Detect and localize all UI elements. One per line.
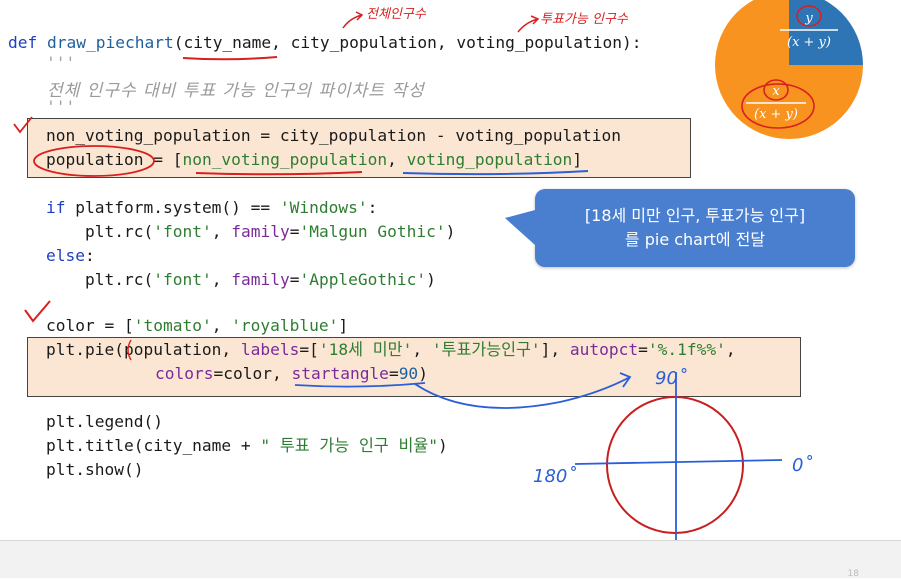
population-sep: , — [387, 150, 407, 169]
colors-eq: = — [213, 364, 224, 383]
docstring-open: ''' — [46, 53, 76, 72]
string-voting: '투표가능인구' — [431, 340, 541, 359]
rc-close-2: ) — [426, 270, 436, 289]
if-keyword: if — [46, 198, 66, 217]
color-close: ] — [338, 316, 349, 335]
callout-line-1: [18세 미만 인구, 투표가능 인구] — [584, 206, 806, 225]
family-keyword-2: family — [231, 270, 290, 289]
code-line-population: population = [non_voting_population, vot… — [46, 148, 582, 172]
slide: def draw_piechart(city_name, city_popula… — [0, 0, 901, 540]
if-colon: : — [367, 198, 378, 217]
else-colon: : — [84, 246, 95, 265]
bottom-bar: 18 — [0, 540, 901, 579]
code-line-legend: plt.legend() — [46, 412, 163, 431]
family-eq-2: = — [289, 270, 300, 289]
population-assign: = [ — [143, 150, 183, 169]
colors-keyword: colors — [155, 364, 214, 383]
code-line-def: def draw_piechart(city_name, city_popula… — [8, 31, 642, 55]
string-royalblue: 'royalblue' — [231, 316, 339, 335]
population-close: ] — [572, 150, 583, 169]
string-apple: 'AppleGothic' — [299, 270, 427, 289]
code-line-show: plt.show() — [46, 460, 144, 479]
page-number: 18 — [847, 569, 859, 579]
pie-call: plt.pie(population, — [46, 340, 241, 359]
pie-close: ) — [418, 364, 428, 383]
rc-close: ) — [445, 222, 456, 241]
string-under18: '18세 미만' — [318, 340, 413, 359]
labels-keyword: labels — [240, 340, 300, 359]
family-keyword: family — [231, 222, 290, 241]
else-keyword: else — [46, 246, 85, 265]
open-paren: ( — [173, 33, 184, 52]
title-call: plt.title(city_name + — [46, 436, 261, 455]
string-font-2: 'font' — [153, 270, 212, 289]
param-city-name: city_name — [183, 33, 272, 52]
string-title: " 투표 가능 인구 비율" — [260, 436, 439, 455]
function-name: draw_piechart — [47, 33, 174, 52]
callout-line-2: 를 pie chart에 전달 — [624, 230, 766, 249]
startangle-keyword: startangle — [291, 364, 389, 383]
pie-trailing-comma: , — [725, 340, 736, 359]
labels-eq: = — [299, 340, 310, 359]
annotation-total-population: 전체인구수 — [366, 7, 426, 22]
startangle-value: 90 — [398, 364, 419, 383]
labels-open: [ — [309, 340, 319, 359]
population-item-voting: voting_population — [406, 150, 573, 169]
docstring-text: 전체 인구수 대비 투표 가능 인구의 파이차트 작성 — [47, 81, 425, 101]
population-var: population — [46, 150, 144, 169]
annotation-voting-population: 투표가능 인구수 — [540, 12, 628, 27]
code-line-color: color = ['tomato', 'royalblue'] — [46, 316, 349, 335]
labels-close: ], — [540, 340, 570, 359]
code-line-nonvoting: non_voting_population = city_population … — [46, 126, 621, 145]
code-line-pie: plt.pie(population, labels=['18세 미만', '투… — [46, 340, 736, 359]
startangle-eq: = — [388, 364, 399, 383]
autopct-keyword: autopct — [569, 340, 639, 359]
rc-call-2: plt.rc( — [85, 270, 154, 289]
autopct-eq: = — [638, 340, 648, 359]
colors-value: color, — [223, 364, 292, 383]
params-rest: , city_population, voting_population): — [271, 33, 642, 52]
code-line-pie-2: colors=color, startangle=90) — [155, 362, 428, 386]
if-body: platform.system() == — [65, 198, 280, 217]
string-tomato: 'tomato' — [133, 316, 212, 335]
code-line-if: if platform.system() == 'Windows': — [46, 196, 377, 220]
code-line-title: plt.title(city_name + " 투표 가능 인구 비율") — [46, 434, 448, 458]
string-font: 'font' — [153, 222, 212, 241]
string-autopct: '%.1f%%' — [647, 340, 726, 359]
code-line-rc-apple: plt.rc('font', family='AppleGothic') — [85, 270, 436, 289]
def-keyword: def — [8, 33, 38, 52]
string-malgun: 'Malgun Gothic' — [299, 222, 446, 241]
title-close: ) — [438, 436, 448, 455]
color-assign: color = [ — [46, 316, 134, 335]
family-eq: = — [289, 222, 300, 241]
rc-call: plt.rc( — [85, 222, 154, 241]
callout-box: [18세 미만 인구, 투표가능 인구] 를 pie chart에 전달 — [535, 189, 855, 267]
string-windows: 'Windows' — [279, 198, 368, 217]
docstring-close: ''' — [46, 97, 76, 116]
population-item-nonvoting: non_voting_population — [182, 150, 388, 169]
code-line-rc-malgun: plt.rc('font', family='Malgun Gothic') — [85, 222, 456, 241]
code-line-else: else: — [46, 244, 95, 268]
